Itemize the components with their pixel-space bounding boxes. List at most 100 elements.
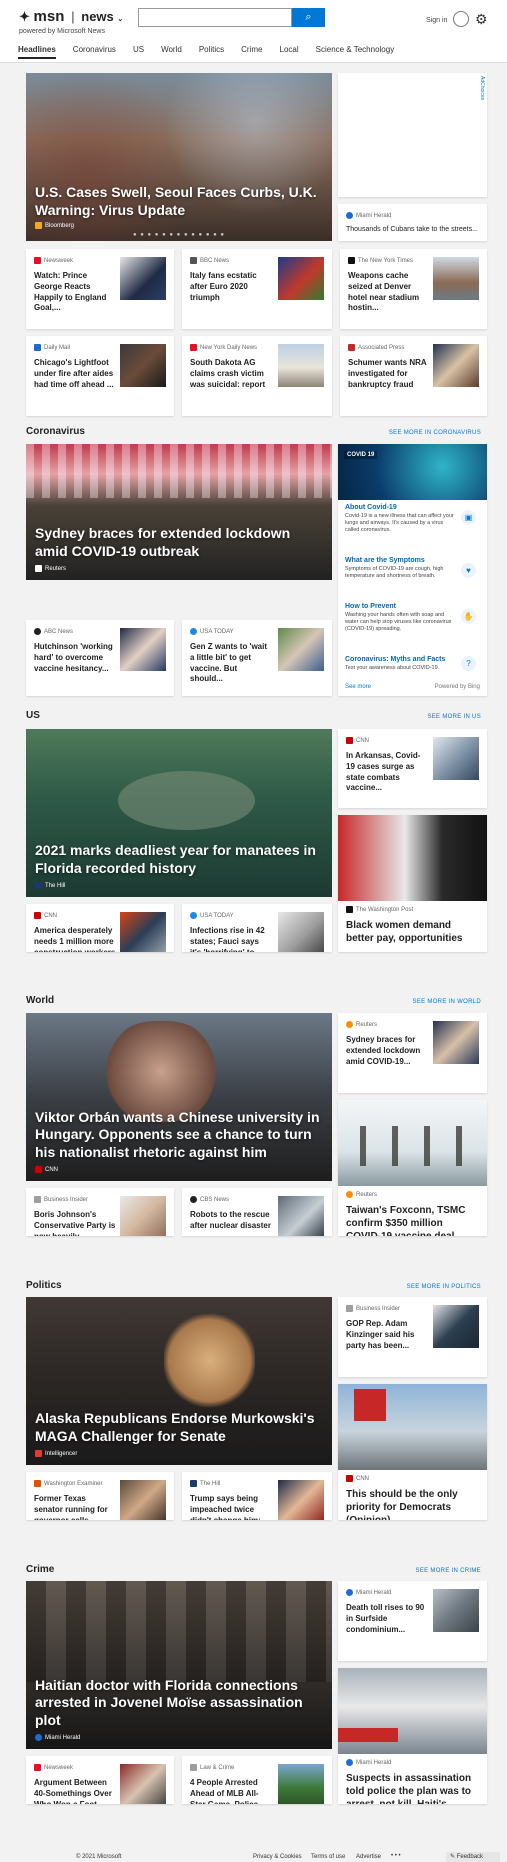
article-card[interactable]: USA TODAY Gen Z wants to 'wait a little … xyxy=(182,620,332,696)
article-source: BBC News xyxy=(190,257,229,264)
source-icon xyxy=(35,882,42,889)
article-source: CNN xyxy=(346,1475,369,1482)
source-icon xyxy=(190,912,197,919)
covid-item-myths[interactable]: Coronavirus: Myths and Facts Test your a… xyxy=(345,656,481,672)
article-card[interactable]: Newsweek Watch: Prince George Reacts Hap… xyxy=(26,249,174,329)
world-side-feature-card[interactable]: Reuters Taiwan's Foxconn, TSMC confirm $… xyxy=(338,1100,487,1236)
source-icon xyxy=(190,1480,197,1487)
article-card[interactable]: BBC News Italy fans ecstatic after Euro … xyxy=(182,249,332,329)
article-card[interactable]: Newsweek Argument Between 40-Somethings … xyxy=(26,1756,174,1804)
see-more-crime-link[interactable]: SEE MORE IN CRIME xyxy=(416,1568,481,1574)
section-title-coronavirus[interactable]: Coronavirus xyxy=(26,426,85,437)
covid-item-about[interactable]: About Covid-19 Covid-19 is a new illness… xyxy=(345,504,481,534)
search-icon: ⌕ xyxy=(305,11,312,23)
article-card[interactable]: CBS News Robots to the rescue after nucl… xyxy=(182,1188,332,1236)
article-card[interactable]: ABC News Hutchinson 'working hard' to ov… xyxy=(26,620,174,696)
source-icon xyxy=(346,1759,353,1766)
article-source: CNN xyxy=(346,737,369,744)
section-title-world[interactable]: World xyxy=(26,995,54,1006)
article-thumbnail xyxy=(120,628,166,671)
sign-in-link[interactable]: Sign in xyxy=(426,17,447,24)
carousel-dots[interactable]: ● ● ● ● ● ● ● ● ● ● ● ● ● xyxy=(26,232,332,238)
politics-hero-card[interactable]: Alaska Republicans Endorse Murkowski's M… xyxy=(26,1297,332,1465)
politics-side-feature-card[interactable]: CNN This should be the only priority for… xyxy=(338,1384,487,1520)
article-card[interactable]: Law & Crime 4 People Arrested Ahead of M… xyxy=(182,1756,332,1804)
article-title: Gen Z wants to 'wait a little bit' to ge… xyxy=(190,642,268,684)
article-source: CNN xyxy=(34,912,57,919)
source-icon xyxy=(346,1191,353,1198)
search-input[interactable] xyxy=(138,8,292,27)
adchoices-label[interactable]: AdChoices xyxy=(479,76,485,100)
chevron-down-icon: ⌄ xyxy=(117,16,124,23)
crime-hero-card[interactable]: Haitian doctor with Florida connections … xyxy=(26,1581,332,1749)
article-thumbnail xyxy=(433,1589,479,1632)
article-card[interactable]: Daily Mail Chicago's Lightfoot under fir… xyxy=(26,336,174,416)
us-hero-card[interactable]: 2021 marks deadliest year for manatees i… xyxy=(26,729,332,897)
article-card[interactable]: Washington Examiner Former Texas senator… xyxy=(26,1472,174,1520)
article-card[interactable]: Business Insider Boris Johnson's Conserv… xyxy=(26,1188,174,1236)
advertise-link[interactable]: Advertise xyxy=(356,1854,381,1860)
feedback-button[interactable]: ✎ Feedback xyxy=(446,1852,500,1862)
see-more-politics-link[interactable]: SEE MORE IN POLITICS xyxy=(407,1284,481,1290)
article-title: This should be the only priority for Dem… xyxy=(346,1489,458,1520)
search-button[interactable]: ⌕ xyxy=(292,8,325,27)
see-more-us-link[interactable]: SEE MORE IN US xyxy=(427,714,481,720)
article-source: CBS News xyxy=(190,1196,229,1203)
gear-icon[interactable]: ⚙ xyxy=(475,11,488,28)
section-title-politics[interactable]: Politics xyxy=(26,1280,62,1291)
article-thumbnail xyxy=(433,1305,479,1348)
section-title-crime[interactable]: Crime xyxy=(26,1564,54,1575)
article-source: USA TODAY xyxy=(190,912,234,919)
see-more-coronavirus-link[interactable]: SEE MORE IN CORONAVIRUS xyxy=(389,430,481,436)
covid-see-more-link[interactable]: See more xyxy=(345,684,371,690)
tab-local[interactable]: Local xyxy=(280,45,299,59)
privacy-link[interactable]: Privacy & Cookies xyxy=(253,1854,302,1860)
tab-headlines[interactable]: Headlines xyxy=(18,45,56,59)
us-side-feature-card[interactable]: The Washington Post Black women demand b… xyxy=(338,815,487,952)
article-source: USA TODAY xyxy=(190,628,234,635)
article-card[interactable]: Business Insider GOP Rep. Adam Kinzinger… xyxy=(338,1297,487,1377)
article-thumbnail xyxy=(278,1480,324,1520)
article-card[interactable]: CNN In Arkansas, Covid-19 cases surge as… xyxy=(338,729,487,808)
article-card[interactable]: The Hill Trump says being impeached twic… xyxy=(182,1472,332,1520)
article-card[interactable]: CNN America desperately needs 1 million … xyxy=(26,904,174,952)
covid-item-prevent[interactable]: How to Prevent Washing your hands often … xyxy=(345,603,481,633)
source-icon xyxy=(346,212,353,219)
article-image xyxy=(338,1668,487,1754)
tab-politics[interactable]: Politics xyxy=(199,45,224,59)
headline-hero-card[interactable]: U.S. Cases Swell, Seoul Faces Curbs, U.K… xyxy=(26,73,332,241)
avatar[interactable] xyxy=(453,11,469,27)
hero-title: 2021 marks deadliest year for manatees i… xyxy=(35,842,316,876)
ad-card[interactable]: AdChoices xyxy=(338,73,487,197)
msn-logo[interactable]: ✦ msn | news ⌄ powered by Microsoft News xyxy=(19,8,124,35)
headline-side-card[interactable]: Miami Herald Thousands of Cubans take to… xyxy=(338,204,487,241)
article-title: Taiwan's Foxconn, TSMC confirm $350 mill… xyxy=(346,1205,466,1236)
tab-coronavirus[interactable]: Coronavirus xyxy=(73,45,116,59)
article-thumbnail xyxy=(433,344,479,387)
article-thumbnail xyxy=(120,344,166,387)
article-card[interactable]: Associated Press Schumer wants NRA inves… xyxy=(340,336,487,416)
article-card[interactable]: USA TODAY Infections rise in 42 states; … xyxy=(182,904,332,952)
tab-crime[interactable]: Crime xyxy=(241,45,262,59)
world-hero-card[interactable]: Viktor Orbán wants a Chinese university … xyxy=(26,1013,332,1181)
tab-world[interactable]: World xyxy=(161,45,182,59)
terms-link[interactable]: Terms of use xyxy=(311,1854,345,1860)
quiz-icon: ? xyxy=(461,656,476,671)
article-source: Washington Examiner xyxy=(34,1480,102,1487)
article-card[interactable]: The New York Times Weapons cache seized … xyxy=(340,249,487,329)
more-icon[interactable]: • • • xyxy=(391,1853,401,1859)
tab-us[interactable]: US xyxy=(133,45,144,59)
article-card[interactable]: Miami Herald Death toll rises to 90 in S… xyxy=(338,1581,487,1661)
article-image xyxy=(338,815,487,901)
crime-side-feature-card[interactable]: Miami Herald Suspects in assassination t… xyxy=(338,1668,487,1804)
covid-item-symptoms[interactable]: What are the Symptoms Symptoms of COVID-… xyxy=(345,557,481,580)
article-thumbnail xyxy=(278,628,324,671)
info-icon: ▣ xyxy=(461,510,476,525)
tab-science-technology[interactable]: Science & Technology xyxy=(316,45,395,59)
article-card[interactable]: Reuters Sydney braces for extended lockd… xyxy=(338,1013,487,1093)
section-title-us[interactable]: US xyxy=(26,710,40,721)
coronavirus-hero-card[interactable]: Sydney braces for extended lockdown amid… xyxy=(26,444,332,580)
source-icon xyxy=(35,1734,42,1741)
see-more-world-link[interactable]: SEE MORE IN WORLD xyxy=(413,999,481,1005)
article-card[interactable]: New York Daily News South Dakota AG clai… xyxy=(182,336,332,416)
